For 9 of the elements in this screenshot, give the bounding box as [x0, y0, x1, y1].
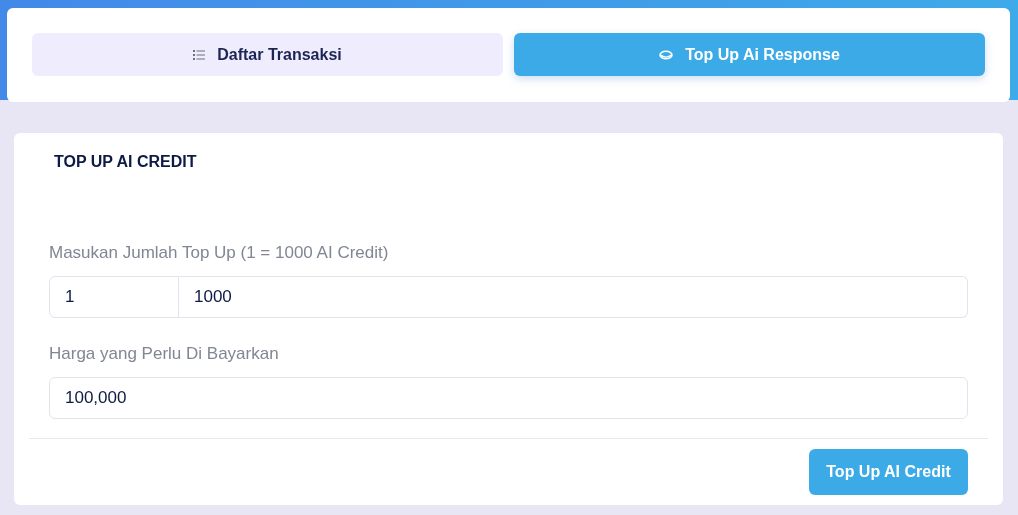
- quantity-field[interactable]: 1: [49, 276, 179, 318]
- field-label: Masukan Jumlah Top Up (1 = 1000 AI Credit): [49, 243, 390, 263]
- field-label: Harga yang Perlu Di Bayarkan: [49, 344, 280, 364]
- coin-icon: [659, 49, 674, 60]
- list-icon: [193, 49, 206, 60]
- credit-field[interactable]: 1000: [179, 276, 968, 318]
- tab[interactable]: Daftar Transaksi: [32, 33, 503, 76]
- price-field[interactable]: 100,000: [49, 377, 968, 419]
- form-title: TOP UP AI CREDIT: [53, 152, 198, 172]
